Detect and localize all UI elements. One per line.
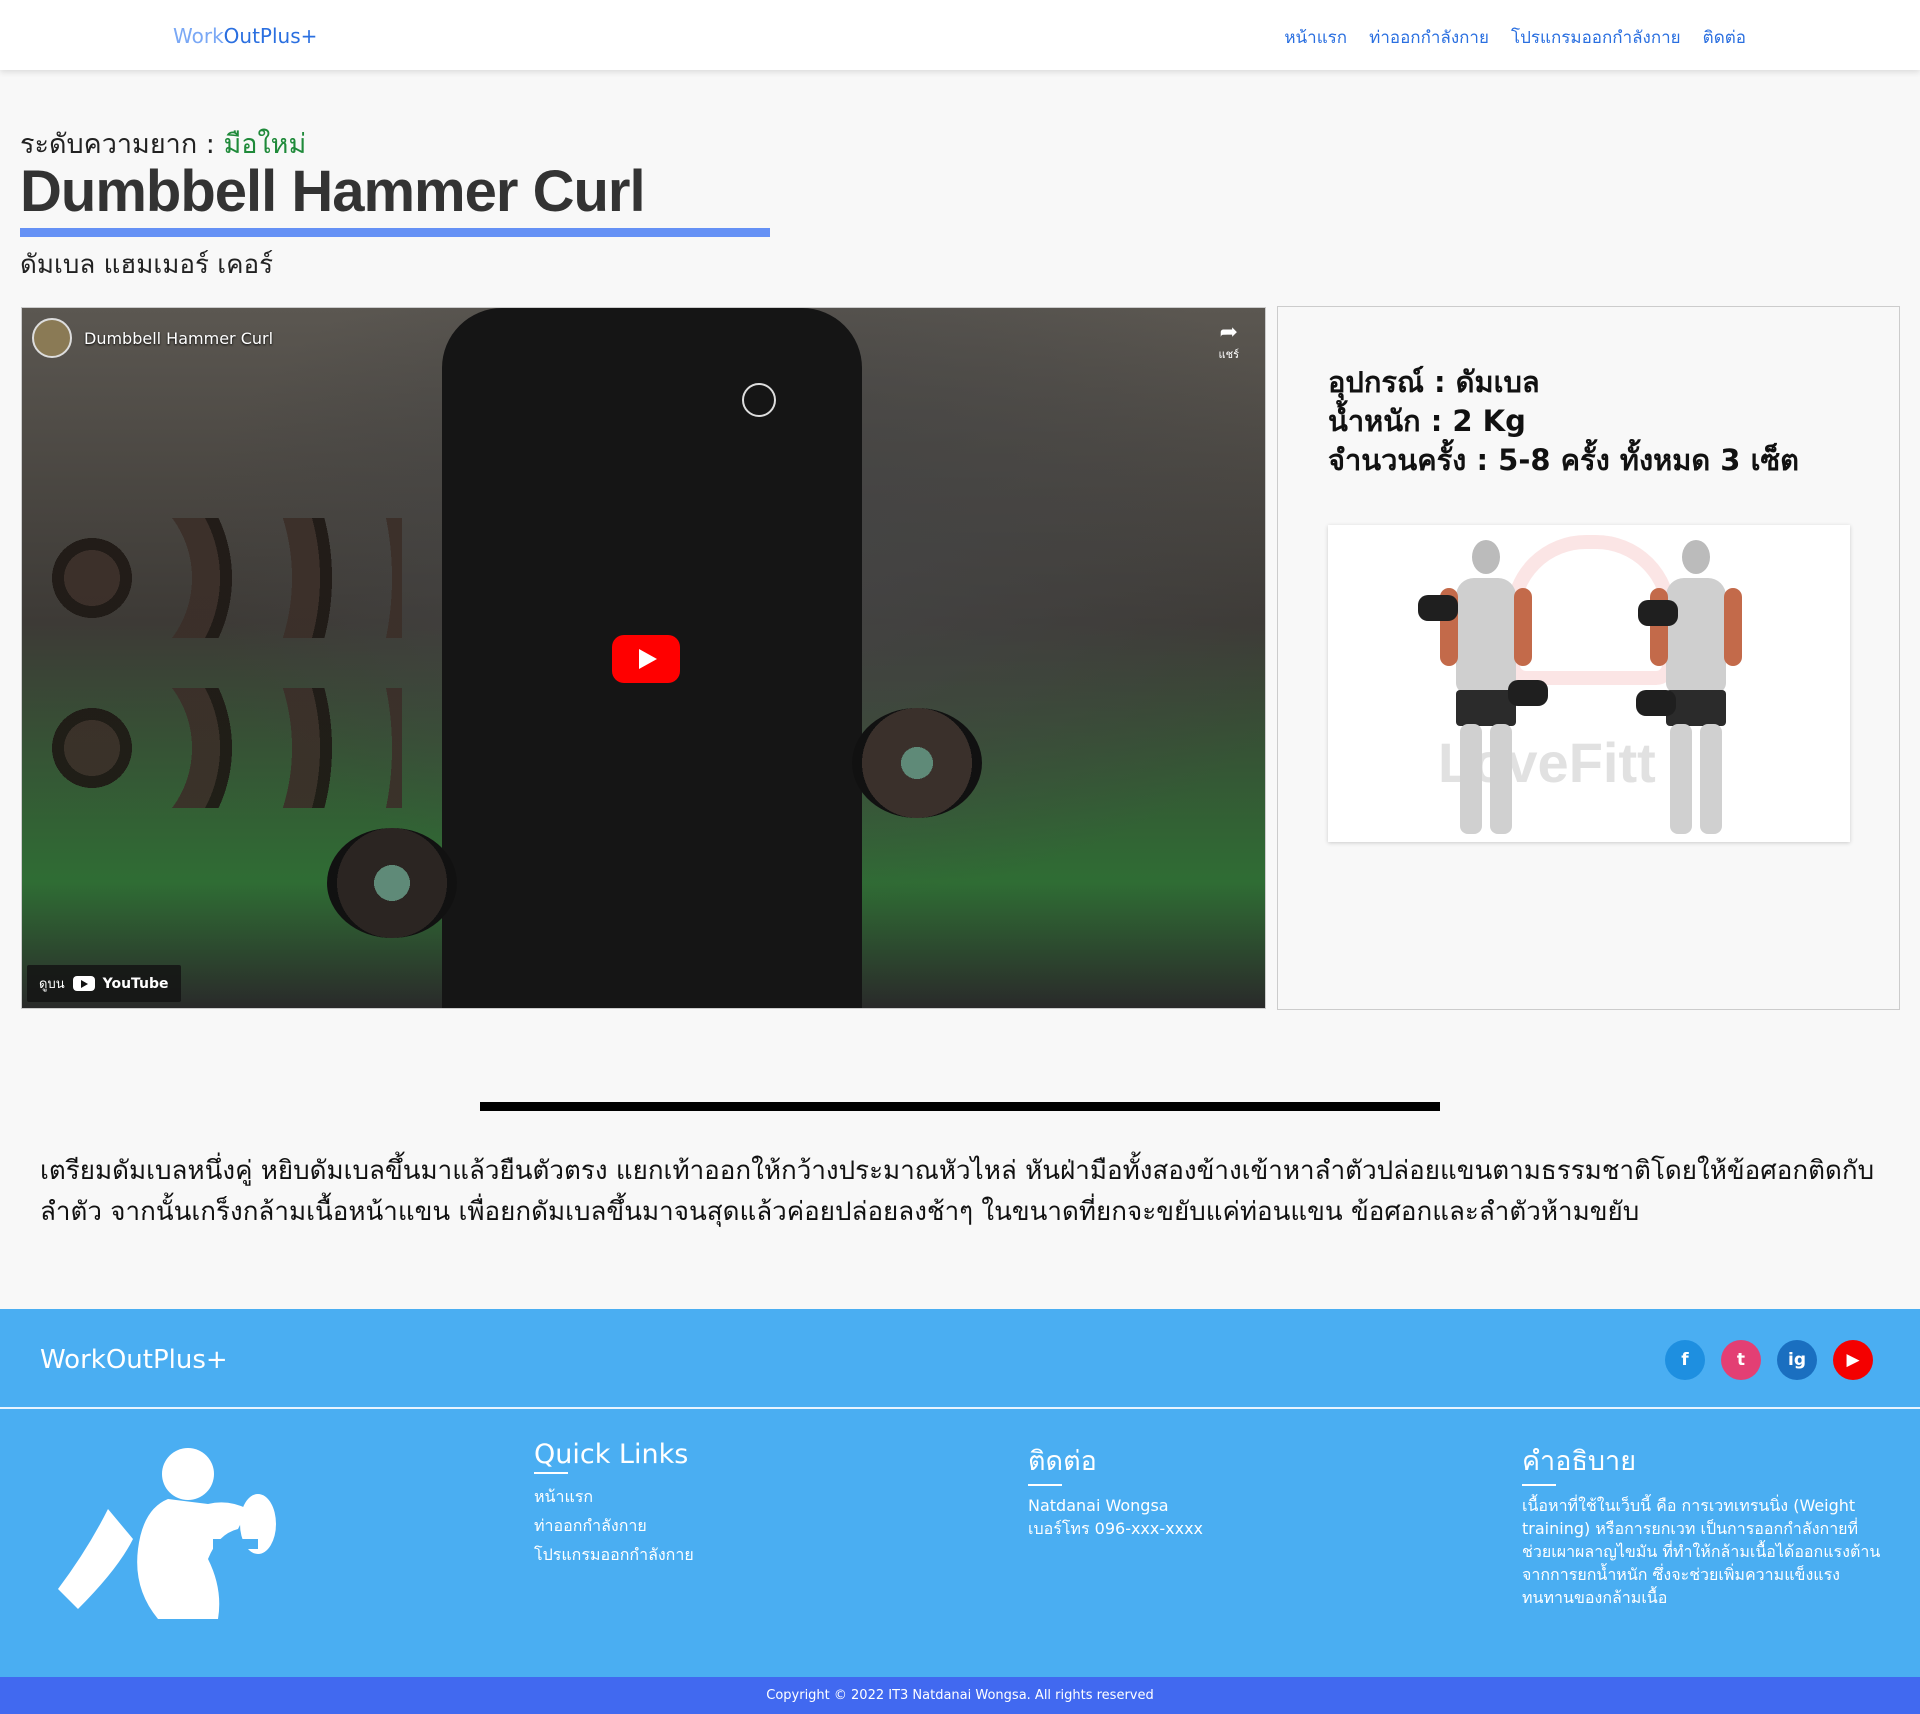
dumbbell-left <box>327 828 457 938</box>
instagram-icon[interactable]: ig <box>1777 1340 1817 1380</box>
footer-link-programs[interactable]: โปรแกรมออกกำลังกาย <box>534 1540 694 1569</box>
nav-link-home[interactable]: หน้าแรก <box>1284 24 1347 51</box>
contact-name: Natdanai Wongsa <box>1028 1496 1169 1515</box>
quick-links-title: Quick Links <box>534 1439 694 1474</box>
figure-front <box>1418 540 1548 840</box>
channel-avatar[interactable] <box>32 318 72 358</box>
exercise-illustration: LoveFitt <box>1328 525 1850 842</box>
watch-on-youtube-button[interactable]: ดูบน YouTube <box>27 965 181 1002</box>
title-underline <box>20 228 770 237</box>
footer-divider <box>0 1407 1920 1409</box>
contact-section: ติดต่อ Natdanai Wongsa เบอร์โทร 096-xxx-… <box>1028 1439 1203 1540</box>
dumbbell-rack <box>42 688 402 808</box>
exercise-subtitle: ดัมเบล แฮมเมอร์ เคอร์ <box>20 250 274 280</box>
brand-logo[interactable]: WorkOutPlus+ <box>173 24 317 48</box>
twitter-icon[interactable]: t <box>1721 1340 1761 1380</box>
share-label: แชร์ <box>1218 348 1239 361</box>
shirt-logo <box>742 383 776 417</box>
quick-links-section: Quick Links หน้าแรก ท่าออกกำลังกาย โปรแก… <box>534 1439 694 1569</box>
bodybuilder-logo-icon <box>58 1448 276 1619</box>
difficulty-value: มือใหม่ <box>223 129 307 160</box>
section-divider <box>480 1102 1440 1111</box>
video-player[interactable]: Dumbbell Hammer Curl ➦ แชร์ ดูบน YouTube <box>21 307 1266 1009</box>
figure-side <box>1636 540 1742 840</box>
footer-brand[interactable]: WorkOutPlus+ <box>40 1345 228 1375</box>
brand-part1: Work <box>173 24 224 48</box>
facebook-icon[interactable]: f <box>1665 1340 1705 1380</box>
contact-phone: เบอร์โทร 096-xxx-xxxx <box>1028 1519 1204 1538</box>
nav-links: หน้าแรก ท่าออกกำลังกาย โปรแกรมออกกำลังกา… <box>1284 24 1746 51</box>
navbar: WorkOutPlus+ หน้าแรก ท่าออกกำลังกาย โปรแ… <box>0 0 1920 70</box>
difficulty-label: ระดับความยาก : <box>20 129 215 160</box>
brand-part2: OutPlus+ <box>223 24 318 48</box>
nav-link-exercises[interactable]: ท่าออกกำลังกาย <box>1369 24 1489 51</box>
nav-link-programs[interactable]: โปรแกรมออกกำลังกาย <box>1511 24 1681 51</box>
share-button[interactable]: ➦ แชร์ <box>1219 320 1239 363</box>
dumbbell-rack <box>42 518 402 638</box>
nav-link-contact[interactable]: ติดต่อ <box>1703 24 1746 51</box>
video-title[interactable]: Dumbbell Hammer Curl <box>84 329 273 348</box>
exercise-title: Dumbbell Hammer Curl <box>20 159 646 224</box>
youtube-label: YouTube <box>102 975 169 992</box>
contact-title: ติดต่อ <box>1028 1439 1203 1486</box>
play-button[interactable] <box>612 635 680 683</box>
video-header: Dumbbell Hammer Curl <box>32 318 273 358</box>
about-title: คำอธิบาย <box>1522 1439 1882 1486</box>
dumbbell-right <box>852 708 982 818</box>
footer: WorkOutPlus+ f t ig ▶ Quick Links หน้าแร… <box>0 1309 1920 1677</box>
exercise-description: เตรียมดัมเบลหนึ่งคู่ หยิบดัมเบลขึ้นมาแล้… <box>40 1156 1875 1227</box>
about-section: คำอธิบาย เนื้อหาที่ใช้ในเว็บนี้ คือ การเ… <box>1522 1439 1882 1609</box>
exercise-info-card: อุปกรณ์ : ดัมเบล น้ำหนัก : 2 Kg จำนวนครั… <box>1277 306 1900 1010</box>
share-icon: ➦ <box>1219 320 1238 345</box>
copyright-bar: Copyright © 2022 IT3 Natdanai Wongsa. Al… <box>0 1677 1920 1714</box>
footer-link-home[interactable]: หน้าแรก <box>534 1482 694 1511</box>
reps-text: จำนวนครั้ง : 5-8 ครั้ง ทั้งหมด 3 เซ็ต <box>1328 443 1799 477</box>
footer-link-exercises[interactable]: ท่าออกกำลังกาย <box>534 1511 694 1540</box>
youtube-icon <box>72 976 95 991</box>
about-text: เนื้อหาที่ใช้ในเว็บนี้ คือ การเวทเทรนนิ่… <box>1522 1496 1881 1607</box>
watch-on-label: ดูบน <box>39 977 65 992</box>
social-links: f t ig ▶ <box>1665 1340 1873 1380</box>
youtube-social-icon[interactable]: ▶ <box>1833 1340 1873 1380</box>
